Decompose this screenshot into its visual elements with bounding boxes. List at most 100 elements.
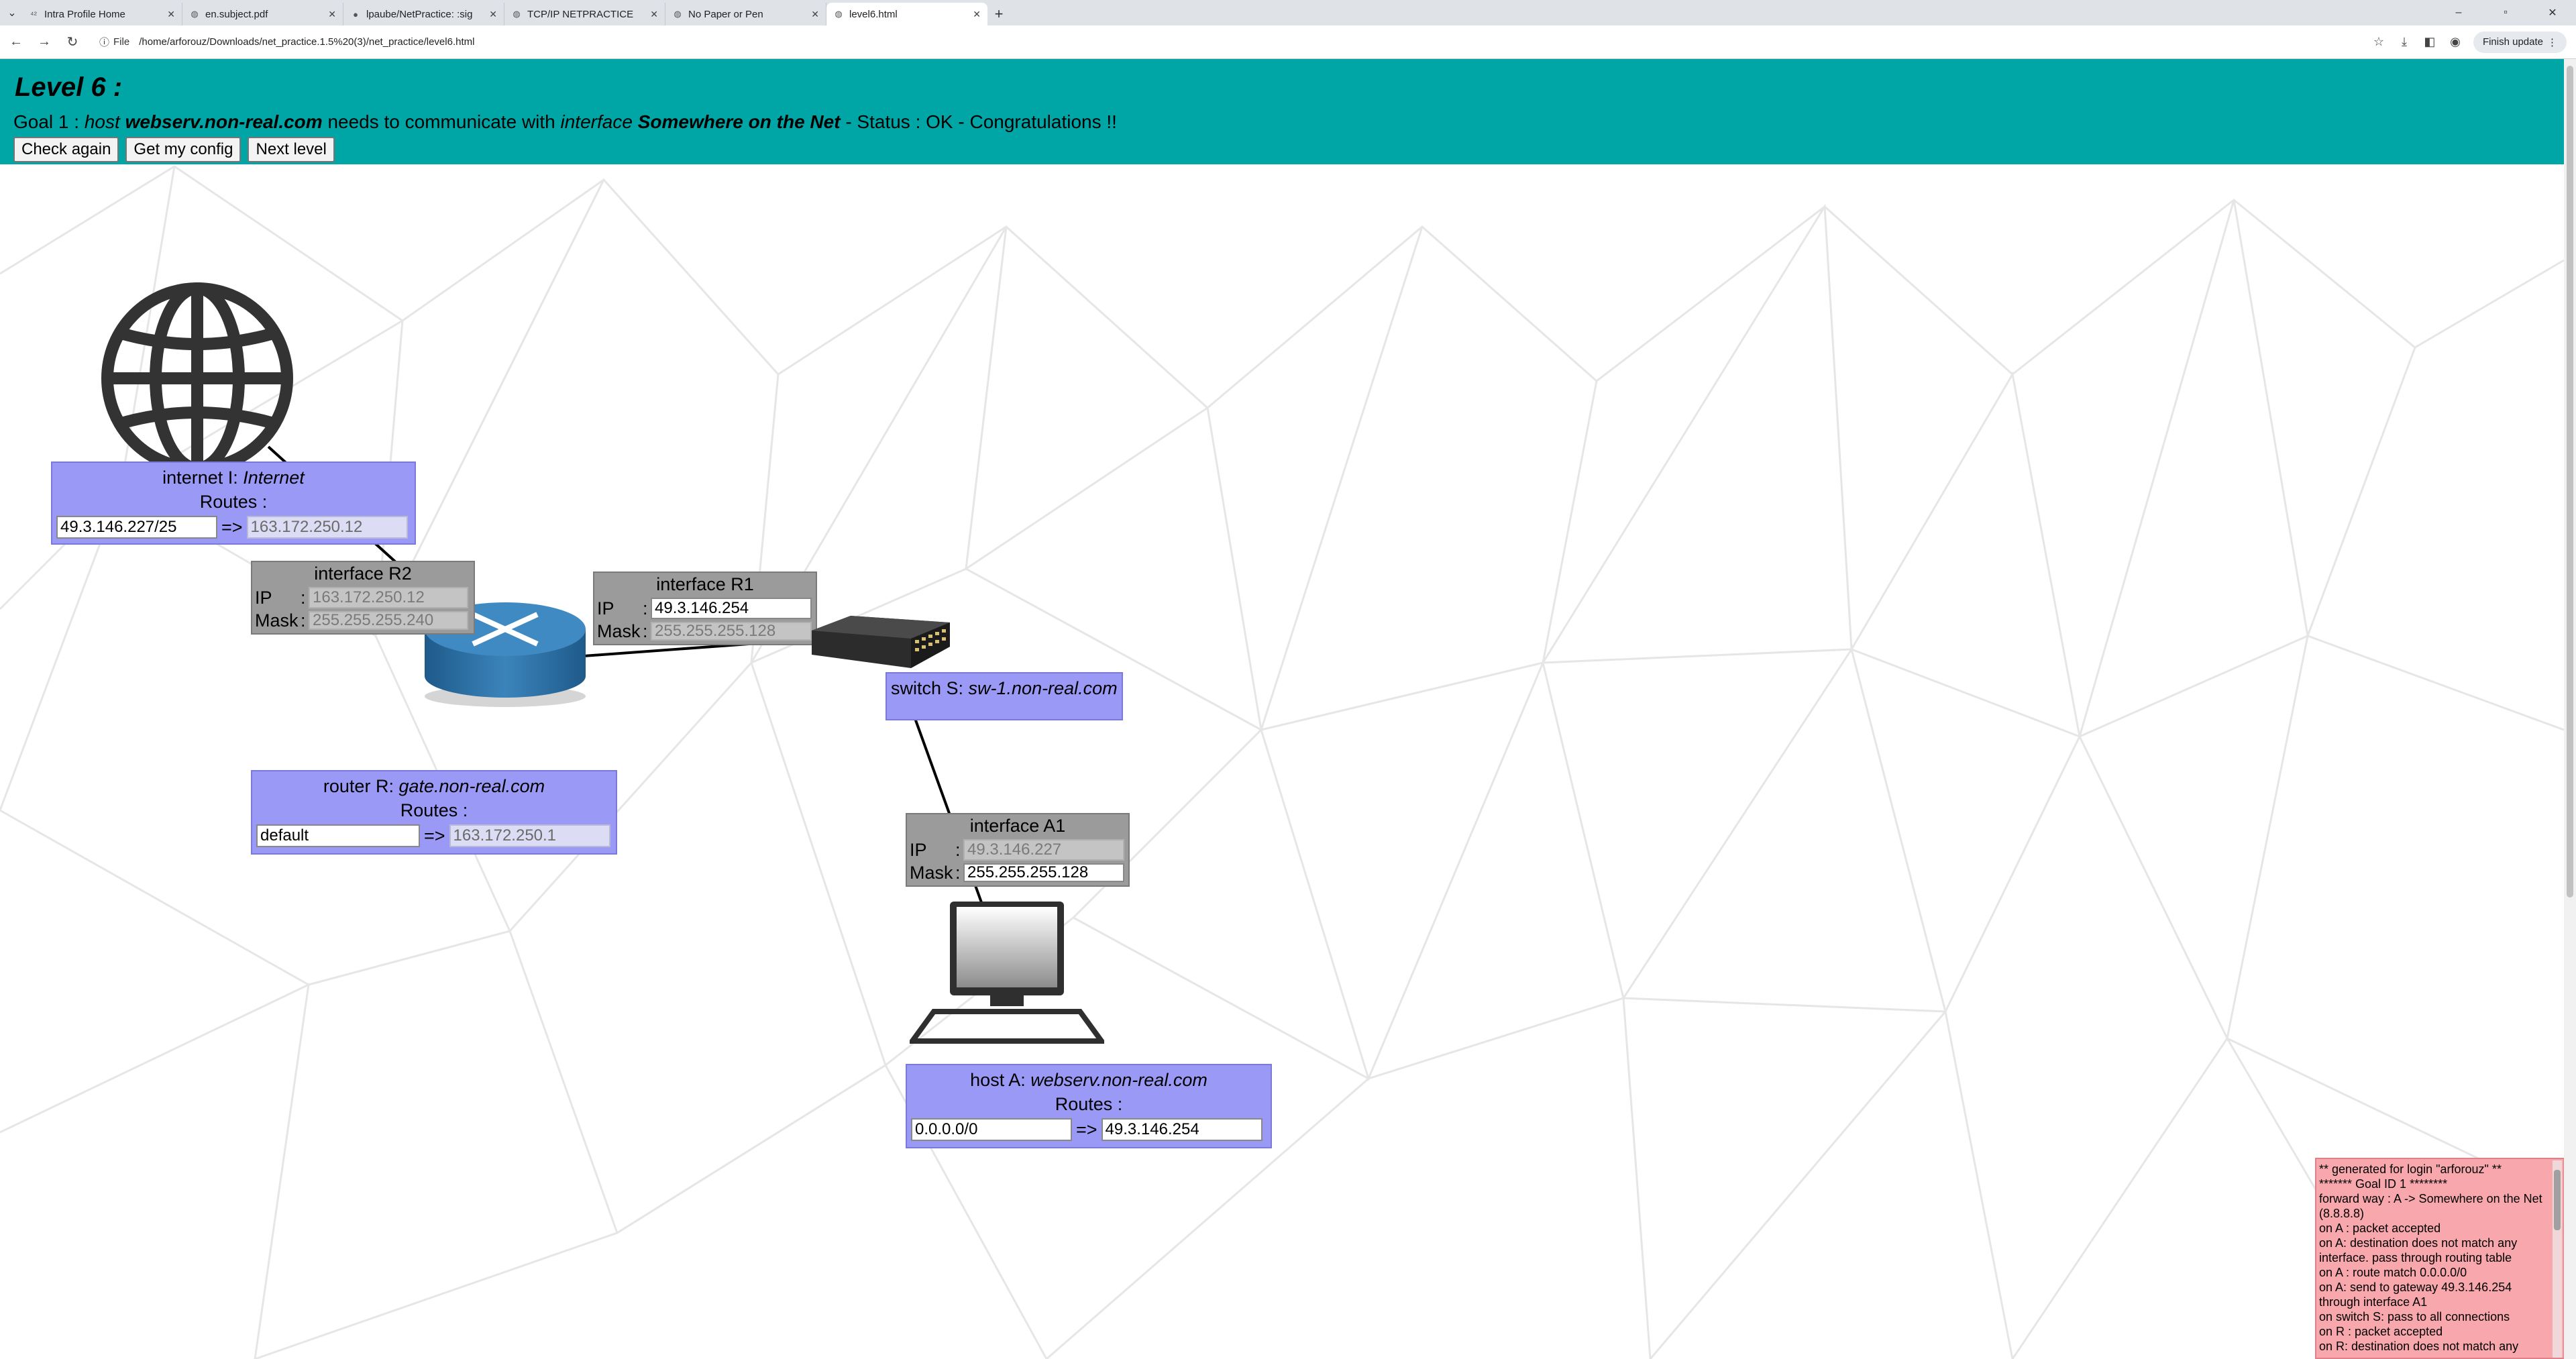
close-icon[interactable]: ✕ xyxy=(973,9,981,20)
tab-title: Intra Profile Home xyxy=(44,8,125,20)
internet-routes-label: Routes : xyxy=(199,492,268,512)
router-route-gateway: 163.172.250.1 xyxy=(449,824,610,847)
log-line: on R: destination does not match any xyxy=(2319,1340,2519,1353)
switch-title-name: sw-1.non-real.com xyxy=(968,678,1118,698)
download-icon[interactable]: ⤓ xyxy=(2392,30,2417,54)
url-text: /home/arforouz/Downloads/net_practice.1.… xyxy=(139,36,475,48)
goal-text: Goal 1 : host webserv.non-real.com needs… xyxy=(13,110,2551,134)
interface-a1-ip: 49.3.146.227 xyxy=(963,839,1124,861)
get-config-button[interactable]: Get my config xyxy=(125,137,241,162)
internet-route-dest-input[interactable] xyxy=(56,516,217,539)
close-icon[interactable]: ✕ xyxy=(650,9,658,20)
interface-r1-title: interface R1 xyxy=(656,574,754,594)
log-line: forward way : A -> Somewhere on the Net … xyxy=(2319,1192,2542,1220)
log-line: on A: send to gateway 49.3.146.254 throu… xyxy=(2319,1281,2512,1309)
level-header: Level 6 : Goal 1 : host webserv.non-real… xyxy=(0,59,2564,164)
log-line: ** generated for login "arforouz" ** xyxy=(2319,1162,2502,1176)
internet-title: internet I: Internet xyxy=(52,466,415,490)
router-routes-label: Routes : xyxy=(400,800,468,820)
tab-search-icon[interactable]: ⌄ xyxy=(3,3,21,23)
forward-icon[interactable]: → xyxy=(32,30,56,54)
page-scrollbar[interactable] xyxy=(2564,59,2576,1359)
bookmark-star-icon[interactable]: ☆ xyxy=(2366,30,2392,54)
interface-r1-mask: 255.255.255.128 xyxy=(651,622,812,641)
tab-title: level6.html xyxy=(849,8,898,20)
side-panel-icon[interactable]: ◧ xyxy=(2417,30,2443,54)
url-field[interactable]: ⓘ File /home/arforouz/Downloads/net_prac… xyxy=(91,31,2353,54)
mask-label: Mask xyxy=(910,863,953,883)
router-title-prefix: router R: xyxy=(323,776,399,796)
tab-level6[interactable]: ◍ level6.html ✕ xyxy=(826,3,987,25)
host-title: host A: webserv.non-real.com xyxy=(907,1068,1271,1092)
log-line: on A : packet accepted xyxy=(2319,1221,2441,1235)
interface-a1-title: interface A1 xyxy=(969,816,1066,836)
host-title-prefix: host A: xyxy=(970,1070,1031,1090)
back-icon[interactable]: ← xyxy=(4,30,28,54)
host-title-name: webserv.non-real.com xyxy=(1030,1070,1208,1090)
goal-host-name: webserv.non-real.com xyxy=(125,111,323,132)
new-tab-icon[interactable]: + xyxy=(987,3,1010,25)
interface-a1-mask-row: Mask: xyxy=(907,863,1128,883)
router-title: router R: gate.non-real.com xyxy=(252,774,616,798)
tab-tcpip-netpractice[interactable]: ◍ TCP/IP NETPRACTICE ✕ xyxy=(504,3,665,25)
host-route-row: => xyxy=(911,1118,1267,1142)
window-controls: – ▫ ✕ xyxy=(2435,0,2576,25)
host-route-dest-input[interactable] xyxy=(911,1118,1072,1141)
interface-a1-mask-input[interactable] xyxy=(963,863,1124,882)
route-arrow: => xyxy=(424,826,445,846)
log-line: on switch S: pass to all connections xyxy=(2319,1310,2510,1323)
interface-r2-mask-row: Mask: 255.255.255.240 xyxy=(252,610,474,631)
tab-no-paper[interactable]: ◍ No Paper or Pen ✕ xyxy=(665,3,826,25)
router-route-dest-input[interactable] xyxy=(256,824,420,847)
route-arrow: => xyxy=(221,517,243,537)
close-icon[interactable]: ✕ xyxy=(811,9,819,20)
goal-status: - Status : OK - Congratulations !! xyxy=(840,111,1117,132)
header-buttons: Check again Get my config Next level xyxy=(13,137,2551,162)
globe-icon xyxy=(101,282,293,474)
close-icon[interactable]: ✕ xyxy=(489,9,497,20)
interface-r2-box: interface R2 IP: 163.172.250.12 Mask: 25… xyxy=(251,561,475,635)
log-panel[interactable]: ** generated for login "arforouz" ** ***… xyxy=(2315,1158,2565,1359)
interface-r1-box: interface R1 IP: Mask: 255.255.255.128 xyxy=(593,572,817,645)
switch-title-prefix: switch S: xyxy=(891,678,969,698)
goal-host-word: host xyxy=(84,111,120,132)
close-icon[interactable]: ✕ xyxy=(328,9,336,20)
internet-route-row: => 163.172.250.12 xyxy=(56,515,411,539)
tab-en-subject[interactable]: ◍ en.subject.pdf ✕ xyxy=(182,3,343,25)
goal-middle: needs to communicate with xyxy=(322,111,561,132)
interface-r1-ip-row: IP: xyxy=(594,596,816,621)
interface-r1-mask-row: Mask: 255.255.255.128 xyxy=(594,621,816,641)
tab-github-netpractice[interactable]: ● lpaube/NetPractice: :sig ✕ xyxy=(343,3,504,25)
maximize-icon[interactable]: ▫ xyxy=(2482,0,2529,25)
finish-update-button[interactable]: Finish update ⋮ xyxy=(2473,31,2567,53)
tab-intra-profile[interactable]: ⁴² Intra Profile Home ✕ xyxy=(21,3,182,25)
goal-iface-word: interface xyxy=(560,111,633,132)
minimize-icon[interactable]: – xyxy=(2435,0,2482,25)
reload-icon[interactable]: ↻ xyxy=(60,30,85,54)
page-content: Level 6 : Goal 1 : host webserv.non-real… xyxy=(0,59,2576,1359)
mask-label: Mask xyxy=(255,610,299,631)
link-lines xyxy=(267,445,983,905)
goal-iface-name: Somewhere on the Net xyxy=(637,111,841,132)
log-line: on A : route match 0.0.0.0/0 xyxy=(2319,1266,2467,1279)
check-again-button[interactable]: Check again xyxy=(13,137,119,162)
internet-box: internet I: Internet Routes : => 163.172… xyxy=(51,461,416,545)
interface-a1-box: interface A1 IP: 49.3.146.227 Mask: xyxy=(906,813,1130,887)
computer-icon xyxy=(910,902,1104,1044)
close-icon[interactable]: ✕ xyxy=(167,9,175,20)
host-route-gateway-input[interactable] xyxy=(1101,1118,1263,1141)
host-box: host A: webserv.non-real.com Routes : => xyxy=(906,1064,1272,1148)
profile-icon[interactable]: ◉ xyxy=(2443,30,2468,54)
log-scrollbar[interactable] xyxy=(2553,1160,2562,1358)
switch-box: switch S: sw-1.non-real.com xyxy=(885,672,1123,720)
close-window-icon[interactable]: ✕ xyxy=(2529,0,2576,25)
tab-title: TCP/IP NETPRACTICE xyxy=(527,8,634,20)
site-info-icon[interactable]: ⓘ xyxy=(99,35,109,49)
finish-update-label: Finish update xyxy=(2482,36,2543,48)
globe-icon: ◍ xyxy=(835,9,843,19)
page-scrollbar-thumb[interactable] xyxy=(2567,66,2573,898)
interface-r2-ip-row: IP: 163.172.250.12 xyxy=(252,585,474,610)
next-level-button[interactable]: Next level xyxy=(248,137,335,162)
interface-r1-ip-input[interactable] xyxy=(651,598,812,619)
switch-icon xyxy=(812,616,950,668)
